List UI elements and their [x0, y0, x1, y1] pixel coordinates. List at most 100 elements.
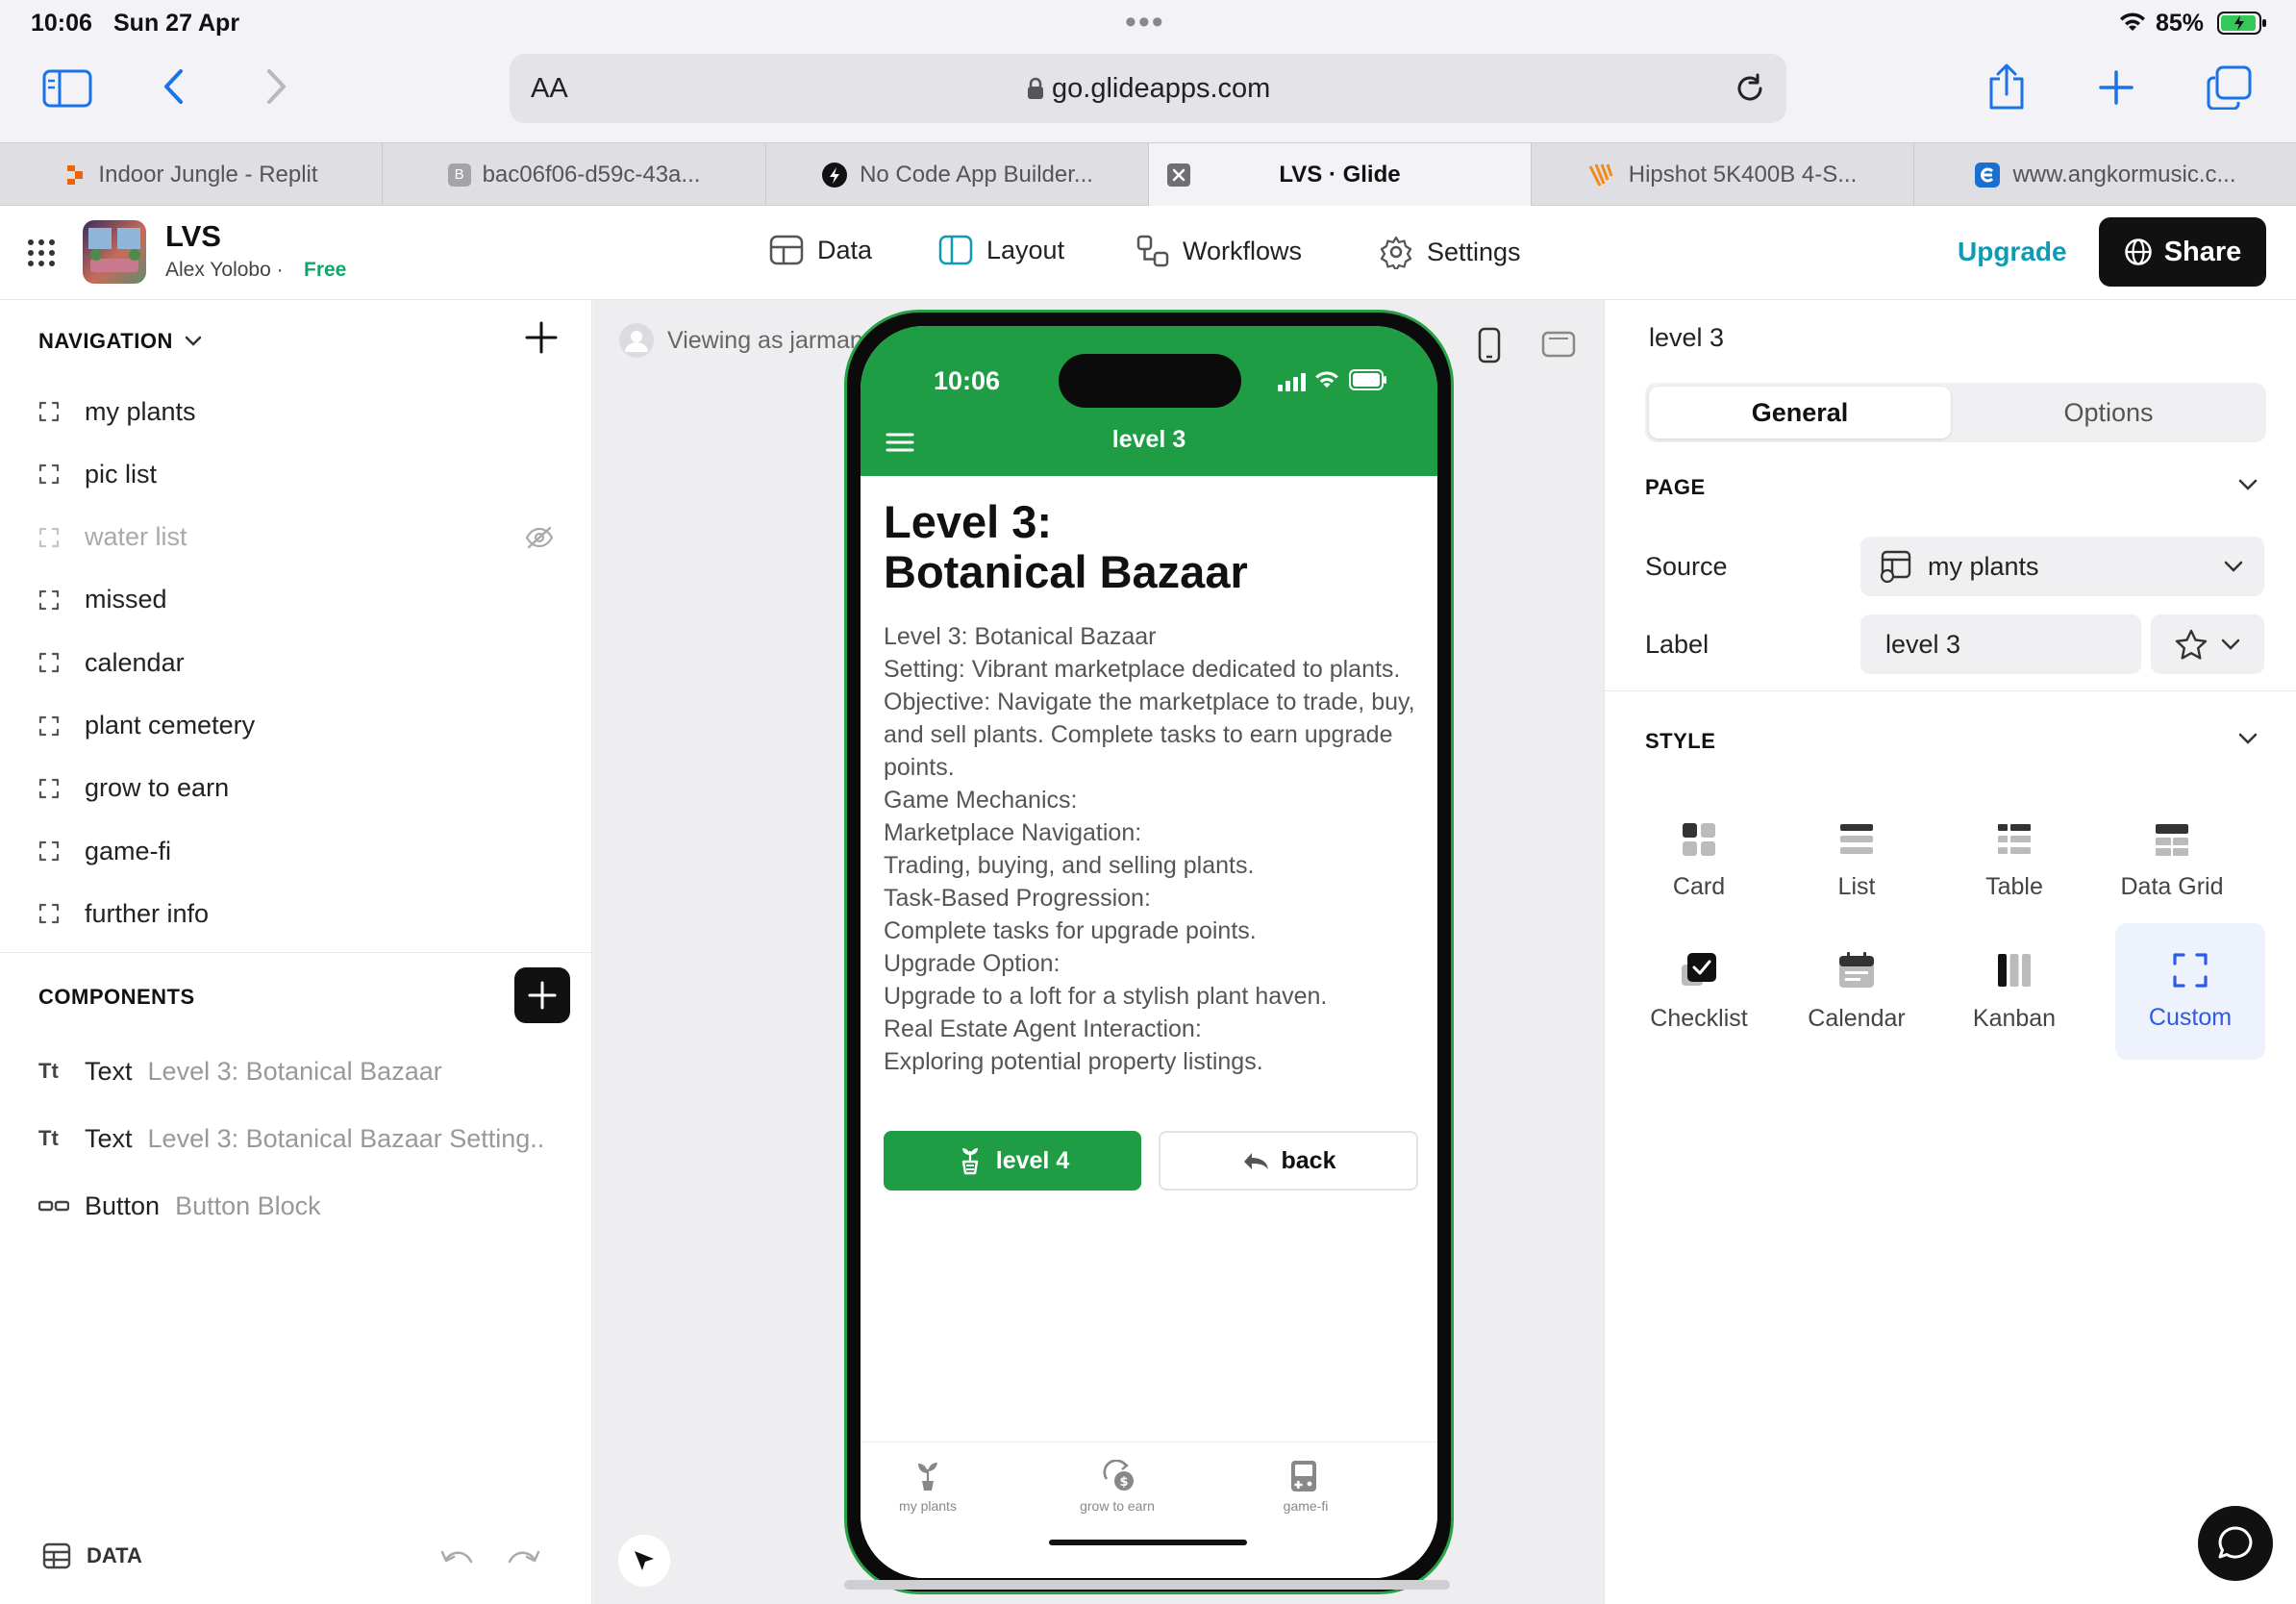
sidebar-item-game-fi[interactable]: game-fi: [38, 832, 171, 870]
tab-overview-icon[interactable]: [2206, 65, 2252, 110]
tab-settings[interactable]: Settings: [1379, 235, 1521, 269]
component-value: Button Block: [175, 1190, 321, 1220]
sidebar-item-plant-cemetery[interactable]: plant cemetery: [38, 707, 255, 745]
sidebar-item-water-list[interactable]: water list: [38, 518, 187, 557]
app-title: LVS: [165, 219, 221, 253]
share-button[interactable]: Share: [2099, 217, 2266, 287]
level-4-button[interactable]: level 4: [884, 1131, 1141, 1190]
new-tab-icon[interactable]: [2098, 69, 2134, 106]
custom-screen-icon: [38, 527, 60, 548]
forward-icon[interactable]: [265, 67, 288, 106]
gear-icon: [1379, 235, 1413, 269]
segment-options[interactable]: Options: [1955, 387, 2262, 439]
tab-data[interactable]: Data: [769, 235, 872, 265]
sidebar-item-missed[interactable]: missed: [38, 581, 167, 619]
tab-workflows[interactable]: Workflows: [1136, 235, 1302, 267]
viewing-as-selector[interactable]: Viewing as jarmans: [617, 321, 875, 360]
level-heading[interactable]: Level 3: Botanical Bazaar: [884, 497, 1422, 597]
browser-tab-no-code[interactable]: No Code App Builder...: [766, 143, 1149, 207]
chevron-down-icon: [2221, 639, 2240, 651]
eye-hidden-icon[interactable]: [525, 526, 554, 549]
panel-segmented-control: General Options: [1645, 383, 2266, 442]
custom-screen-icon: [38, 840, 60, 862]
chevron-down-icon[interactable]: [2238, 733, 2258, 745]
phone-tab-my-plants[interactable]: my plants: [861, 1460, 995, 1514]
share-label: Share: [2163, 236, 2242, 267]
browser-tab-lvs-glide[interactable]: LVS · Glide: [1149, 143, 1532, 207]
reload-icon[interactable]: [1733, 71, 1767, 106]
add-navigation-icon[interactable]: [525, 321, 558, 354]
phone-tab-bar: my plants $ grow to earn game-fi: [861, 1441, 1437, 1578]
style-custom[interactable]: Custom: [2115, 923, 2265, 1060]
app-thumbnail[interactable]: [83, 220, 146, 284]
description-line: Complete tasks for upgrade points.: [884, 917, 1257, 944]
component-text-1[interactable]: Tt Text Level 3: Botanical Bazaar: [38, 1052, 442, 1090]
component-button[interactable]: Button Button Block: [38, 1187, 321, 1225]
sidebar-item-grow-to-earn[interactable]: grow to earn: [38, 769, 229, 808]
level-description[interactable]: Level 3: Botanical Bazaar Setting: Vibran…: [884, 620, 1422, 1078]
pointer-tool-icon[interactable]: [618, 1535, 670, 1587]
style-data-grid[interactable]: Data Grid: [2099, 792, 2245, 929]
app-grid-icon[interactable]: [27, 238, 56, 267]
support-chat-button[interactable]: [2198, 1506, 2273, 1581]
share-sheet-icon[interactable]: [1986, 63, 2027, 112]
multitask-dots-icon[interactable]: •••: [1125, 4, 1165, 41]
segment-general[interactable]: General: [1649, 387, 1951, 439]
style-card[interactable]: Card: [1626, 792, 1772, 929]
glide-app-header: LVS Alex Yolobo · Free Data Layout Workf…: [0, 206, 2296, 300]
description-line: Exploring potential property listings.: [884, 1048, 1263, 1075]
navigation-header[interactable]: NAVIGATION: [38, 329, 202, 354]
sidebar-item-label: game-fi: [85, 836, 172, 865]
redo-icon[interactable]: [506, 1546, 542, 1571]
browser-tab-replit[interactable]: Indoor Jungle - Replit: [0, 143, 383, 207]
sidebar-item-label: grow to earn: [85, 773, 230, 803]
label-icon-picker[interactable]: [2151, 614, 2264, 674]
sidebar-item-calendar[interactable]: calendar: [38, 643, 185, 682]
source-select[interactable]: my plants: [1860, 537, 2264, 596]
custom-screen-icon: [38, 589, 60, 611]
component-text-2[interactable]: Tt Text Level 3: Botanical Bazaar Settin…: [38, 1119, 544, 1158]
sidebar-item-my-plants[interactable]: my plants: [38, 392, 196, 431]
back-button[interactable]: back: [1159, 1131, 1418, 1190]
divider: [1605, 690, 2296, 691]
add-component-button[interactable]: [514, 967, 570, 1023]
tablet-preview-icon[interactable]: [1541, 331, 1576, 358]
tab-label: Layout: [986, 235, 1065, 264]
browser-tab-angkormusic[interactable]: www.angkormusic.c...: [1914, 143, 2296, 207]
style-calendar[interactable]: Calendar: [1784, 923, 1930, 1060]
workflow-icon: [1136, 235, 1169, 267]
browser-tab-bac06f06[interactable]: B bac06f06-d59c-43a...: [383, 143, 766, 207]
close-tab-icon[interactable]: [1166, 163, 1191, 188]
phone-tab-game-fi[interactable]: game-fi: [1238, 1460, 1373, 1514]
phone-screen[interactable]: 10:06 level 3 Level 3: Botanical Bazaar …: [861, 326, 1437, 1578]
sidebar-item-further-info[interactable]: further info: [38, 894, 209, 933]
potted-plant-icon: [956, 1146, 985, 1175]
heading-line-1: Level 3:: [884, 496, 1053, 547]
component-name: Text: [85, 1056, 133, 1086]
tab-layout[interactable]: Layout: [938, 235, 1064, 265]
sidebar-item-pic-list[interactable]: pic list: [38, 455, 157, 493]
phone-preview-icon[interactable]: [1478, 327, 1501, 363]
custom-screen-icon: [38, 401, 60, 422]
style-kanban[interactable]: Kanban: [1941, 923, 2087, 1060]
browser-tab-hipshot[interactable]: Hipshot 5K400B 4-S...: [1532, 143, 1914, 207]
back-icon[interactable]: [162, 67, 185, 106]
reader-aa-button[interactable]: AA: [531, 73, 568, 105]
sidebar-item-label: my plants: [85, 396, 196, 426]
style-list[interactable]: List: [1784, 792, 1930, 929]
data-footer-button[interactable]: DATA: [42, 1542, 142, 1569]
custom-screen-icon: [38, 652, 60, 673]
canvas-horizontal-scrollbar[interactable]: [844, 1580, 1450, 1590]
chevron-down-icon[interactable]: [2238, 479, 2258, 491]
right-panel: level 3 General Options PAGE Source my p…: [1604, 300, 2296, 1604]
upgrade-link[interactable]: Upgrade: [1958, 237, 2067, 267]
style-checklist[interactable]: Checklist: [1626, 923, 1772, 1060]
chevron-down-icon: [185, 336, 202, 347]
style-table[interactable]: Table: [1941, 792, 2087, 929]
undo-icon[interactable]: [438, 1546, 475, 1571]
address-bar[interactable]: AA go.glideapps.com: [510, 54, 1786, 123]
sidebar-toggle-icon[interactable]: [42, 69, 92, 108]
letter-b-favicon-icon: B: [447, 163, 471, 187]
phone-tab-grow-to-earn[interactable]: $ grow to earn: [1050, 1460, 1185, 1514]
label-input[interactable]: level 3: [1860, 614, 2141, 674]
